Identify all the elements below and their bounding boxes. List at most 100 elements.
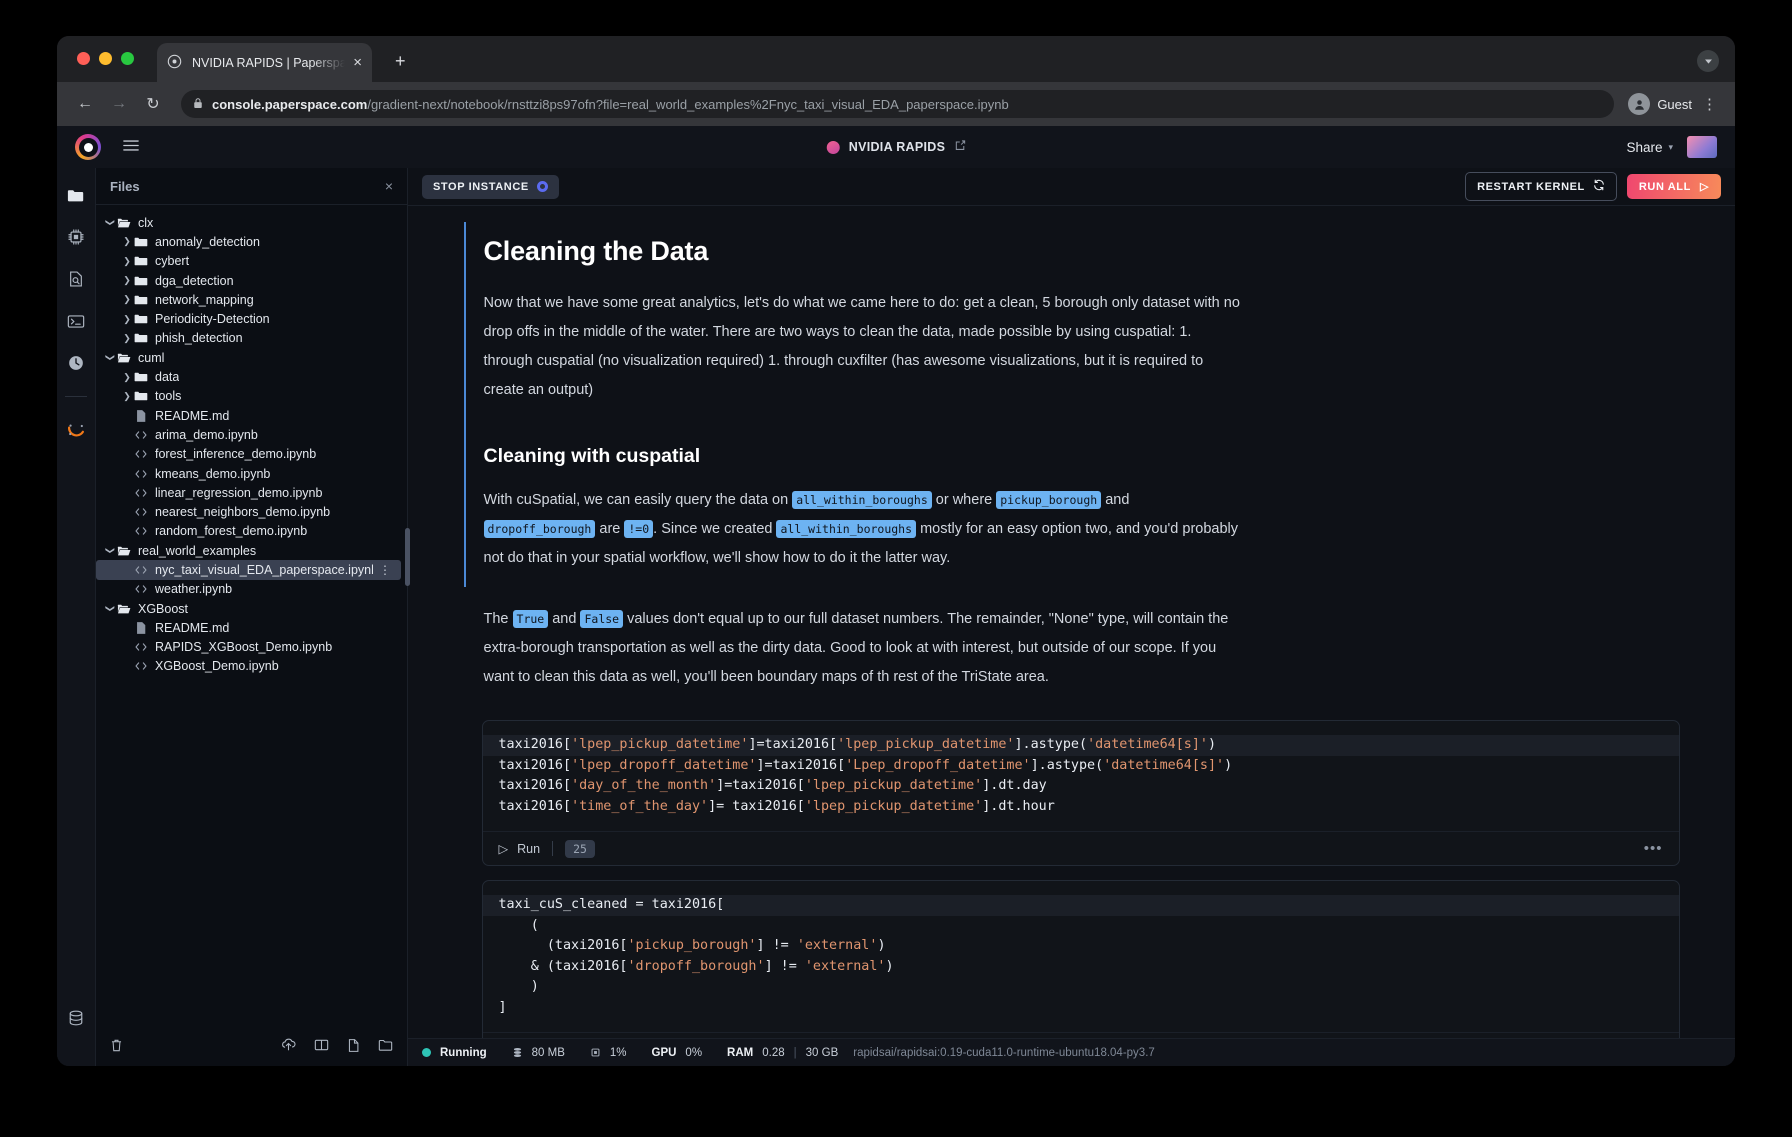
notebook-scroll[interactable]: Cleaning the Data Now that we have some …: [408, 206, 1735, 1038]
file-tree-item[interactable]: README.md: [96, 618, 407, 637]
code-text: ): [877, 938, 885, 953]
file-item-menu-icon[interactable]: ⋮: [373, 563, 391, 577]
notebook-code-icon: [133, 448, 149, 460]
database-icon[interactable]: [65, 1018, 87, 1066]
file-search-icon[interactable]: [65, 268, 87, 290]
file-tree-item[interactable]: README.md: [96, 406, 407, 425]
file-tree-item[interactable]: nearest_neighbors_demo.ipynb: [96, 502, 407, 521]
file-tree-item[interactable]: forest_inference_demo.ipynb: [96, 445, 407, 464]
code-editor[interactable]: taxi2016['lpep_pickup_datetime']=taxi201…: [483, 721, 1679, 831]
file-tree-item[interactable]: ❯clx: [96, 213, 407, 232]
code-text: taxi2016[: [499, 799, 572, 814]
files-scrollbar[interactable]: [405, 528, 410, 586]
history-clock-icon[interactable]: [65, 352, 87, 374]
profile-button[interactable]: Guest: [1628, 93, 1692, 115]
markdown-cell-intro[interactable]: Cleaning the Data Now that we have some …: [464, 222, 1680, 419]
container-image: rapidsai/rapidsai:0.19-cuda11.0-runtime-…: [853, 1047, 1155, 1059]
file-tree-item[interactable]: ❯Periodicity-Detection: [96, 309, 407, 328]
file-tree-item-label: RAPIDS_XGBoost_Demo.ipynb: [155, 640, 332, 654]
close-window-button[interactable]: [77, 52, 90, 65]
code-cell[interactable]: taxi_cuS_cleaned = taxi2016[ ( (taxi2016…: [482, 880, 1680, 1038]
upload-icon[interactable]: [281, 1038, 296, 1053]
new-tab-button[interactable]: +: [395, 52, 406, 70]
file-tree-item[interactable]: ❯cuml: [96, 348, 407, 367]
file-tree-item[interactable]: ❯cybert: [96, 252, 407, 271]
file-tree-item[interactable]: ❯ phish_detection: [96, 329, 407, 348]
minimize-window-button[interactable]: [99, 52, 112, 65]
file-tree-item[interactable]: linear_regression_demo.ipynb: [96, 483, 407, 502]
chevron-right-icon[interactable]: ❯: [121, 314, 133, 325]
file-tree-item[interactable]: ❯real_world_examples: [96, 541, 407, 560]
file-tree-item[interactable]: kmeans_demo.ipynb: [96, 464, 407, 483]
terminal-icon[interactable]: [65, 310, 87, 332]
chevron-down-icon[interactable]: ❯: [105, 352, 116, 364]
run-cell-button[interactable]: ▷Run: [499, 841, 541, 856]
file-tree-item-label: weather.ipynb: [155, 582, 232, 596]
files-panel: Files × ❯clx❯anomaly_detection❯cybert❯dg…: [96, 168, 408, 1066]
rapids-icon[interactable]: [65, 419, 87, 441]
browser-tab-title: NVIDIA RAPIDS | Paperspace N: [192, 56, 345, 70]
file-tree-item[interactable]: ❯anomaly_detection: [96, 232, 407, 251]
cell-more-options-icon[interactable]: •••: [1644, 840, 1663, 857]
new-file-icon[interactable]: [347, 1038, 360, 1053]
file-tree-item[interactable]: ❯data: [96, 367, 407, 386]
file-tree-item[interactable]: random_forest_demo.ipynb: [96, 522, 407, 541]
notebook-code-icon: [133, 506, 149, 518]
file-tree-item-selected[interactable]: nyc_taxi_visual_EDA_paperspace.ipynb⋮: [96, 560, 401, 579]
code-line: taxi2016['lpep_dropoff_datetime']=taxi20…: [483, 756, 1679, 777]
paperspace-logo[interactable]: [75, 134, 101, 160]
chevron-right-icon[interactable]: ❯: [121, 236, 133, 247]
markdown-cell-truefalse[interactable]: The True and False values don't equal up…: [464, 587, 1680, 706]
code-editor[interactable]: taxi_cuS_cleaned = taxi2016[ ( (taxi2016…: [483, 881, 1679, 1032]
restart-kernel-button[interactable]: RESTART KERNEL: [1465, 172, 1617, 201]
chevron-right-icon[interactable]: ❯: [121, 391, 133, 402]
status-divider: |: [794, 1047, 797, 1059]
code-cell[interactable]: taxi2016['lpep_pickup_datetime']=taxi201…: [482, 720, 1680, 866]
maximize-window-button[interactable]: [121, 52, 134, 65]
chevron-right-icon[interactable]: ❯: [121, 294, 133, 305]
browser-tab[interactable]: NVIDIA RAPIDS | Paperspace N ×: [157, 43, 372, 82]
close-tab-icon[interactable]: ×: [353, 55, 362, 70]
file-tree-item[interactable]: ❯XGBoost: [96, 599, 407, 618]
chevron-down-icon[interactable]: ❯: [105, 603, 116, 615]
chevron-right-icon[interactable]: ❯: [121, 333, 133, 344]
new-notebook-icon[interactable]: [314, 1038, 329, 1053]
back-button[interactable]: ←: [71, 90, 99, 118]
code-text: ] !=: [757, 938, 797, 953]
cpu-icon[interactable]: [65, 226, 87, 248]
file-tree-item[interactable]: XGBoost_Demo.ipynb: [96, 657, 407, 676]
address-bar[interactable]: console.paperspace.com/gradient-next/not…: [181, 90, 1614, 118]
folder-icon[interactable]: [65, 184, 87, 206]
file-tree-item[interactable]: RAPIDS_XGBoost_Demo.ipynb: [96, 638, 407, 657]
browser-menu-button[interactable]: ⋮: [1698, 95, 1721, 113]
chevron-down-icon[interactable]: ❯: [105, 545, 116, 557]
chevron-right-icon[interactable]: ❯: [121, 256, 133, 267]
trash-icon[interactable]: [110, 1038, 123, 1053]
edit-icon[interactable]: [954, 140, 965, 154]
status-state: Running: [440, 1047, 487, 1059]
workspace-thumbnail[interactable]: [1687, 136, 1717, 158]
new-folder-icon[interactable]: [378, 1038, 393, 1053]
share-button[interactable]: Share ▾: [1626, 140, 1673, 155]
run-all-button[interactable]: RUN ALL ▷: [1627, 174, 1721, 199]
chevron-right-icon[interactable]: ❯: [121, 275, 133, 286]
file-tree[interactable]: ❯clx❯anomaly_detection❯cybert❯dga_detect…: [96, 205, 407, 1024]
chevron-right-icon[interactable]: ❯: [121, 372, 133, 383]
stop-instance-button[interactable]: STOP INSTANCE: [422, 175, 559, 199]
file-tree-item[interactable]: ❯dga_detection: [96, 271, 407, 290]
extensions-icon[interactable]: [1697, 50, 1719, 72]
hamburger-icon[interactable]: [123, 139, 139, 156]
code-text: ].astype(: [1015, 737, 1088, 752]
file-tree-item[interactable]: ❯network_mapping: [96, 290, 407, 309]
file-tree-item-label: phish_detection: [155, 331, 243, 345]
markdown-cell-cuspatial[interactable]: Cleaning with cuspatial With cuSpatial, …: [464, 419, 1680, 587]
file-tree-item[interactable]: ❯tools: [96, 387, 407, 406]
file-tree-item[interactable]: arima_demo.ipynb: [96, 425, 407, 444]
close-panel-icon[interactable]: ×: [385, 178, 393, 194]
forward-button[interactable]: →: [105, 90, 133, 118]
file-tree-item[interactable]: weather.ipynb: [96, 580, 407, 599]
chevron-down-icon[interactable]: ❯: [105, 217, 116, 229]
window-traffic-lights[interactable]: [77, 52, 134, 65]
code-line: ]: [483, 998, 1679, 1019]
reload-button[interactable]: ↻: [139, 90, 167, 118]
